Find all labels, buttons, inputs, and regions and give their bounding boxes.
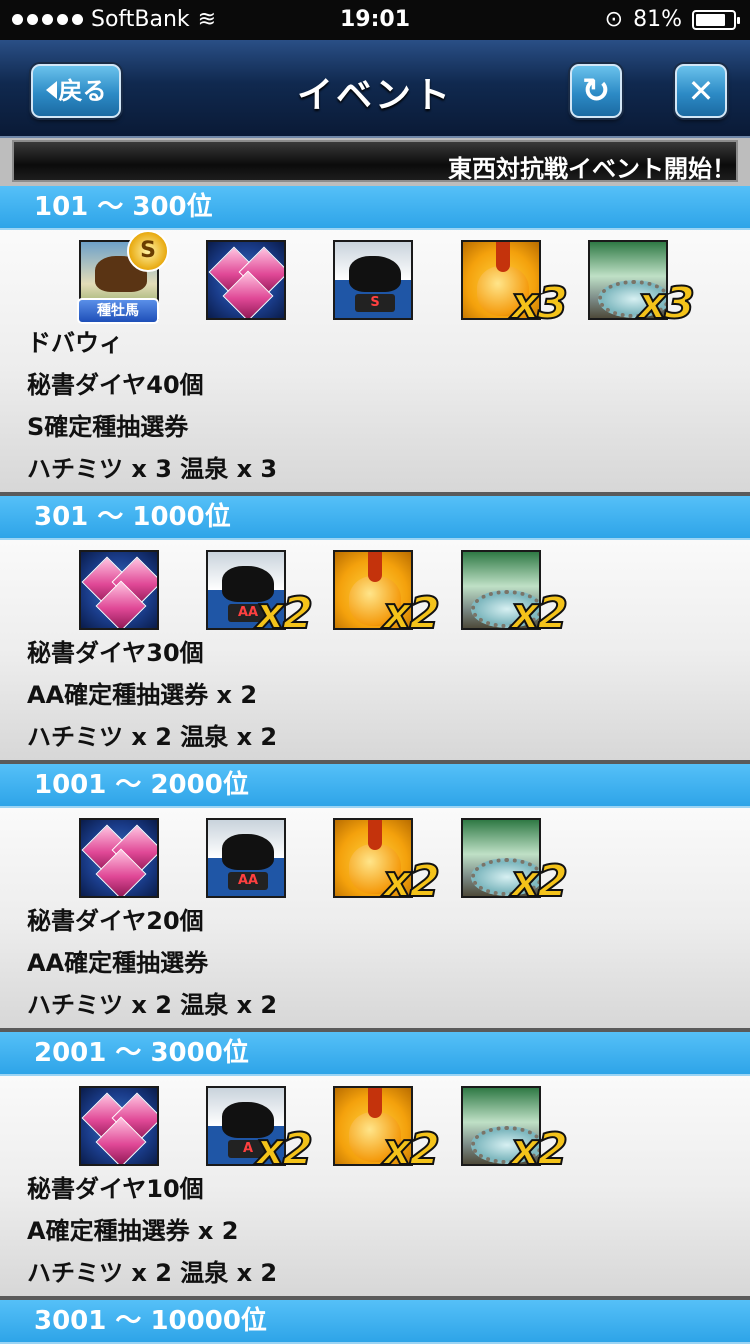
close-button[interactable]: ✕ bbox=[675, 64, 727, 118]
reward-section: 2001 〜 3000位 Ax2 x2 x2 秘書ダイヤ10個 A確定種抽選券 x 2 ハチ… bbox=[0, 1032, 750, 1300]
reward-text: ドバウィ 秘書ダイヤ40個 S確定種抽選券 ハチミツ x 3 温泉 x 3 bbox=[0, 322, 750, 492]
honey-drip bbox=[368, 552, 382, 582]
news-ticker: 東西対抗戦イベント開始！ bbox=[0, 138, 750, 186]
reward-section: 3001 〜 10000位 bbox=[0, 1300, 750, 1344]
reward-line: ハチミツ x 2 温泉 x 2 bbox=[27, 1259, 278, 1287]
reward-item[interactable]: x3 bbox=[588, 240, 696, 330]
reward-item[interactable] bbox=[206, 240, 286, 320]
reward-text: 秘書ダイヤ10個 A確定種抽選券 x 2 ハチミツ x 2 温泉 x 2 bbox=[0, 1168, 750, 1296]
ticker-text: 東西対抗戦イベント開始！ bbox=[448, 155, 736, 182]
quantity-multiplier: x2 bbox=[382, 1123, 441, 1176]
quantity-multiplier: x2 bbox=[255, 587, 314, 640]
reward-icons: S 種牡馬 Sx3 x3 bbox=[0, 230, 750, 330]
horse-silhouette bbox=[349, 256, 401, 292]
reward-item[interactable] bbox=[79, 1086, 159, 1166]
reward-item[interactable]: AA x2 bbox=[206, 550, 314, 640]
quantity-multiplier: x2 bbox=[510, 855, 569, 908]
reward-item[interactable]: S bbox=[333, 240, 413, 320]
reward-list[interactable]: 101 〜 300位 S 種牡馬 Sx3 x3 ドバウィ 秘書ダイヤ40個 S確定種抽選券 ハチ… bbox=[0, 186, 750, 1344]
quantity-multiplier: x3 bbox=[637, 277, 696, 330]
reward-item[interactable]: x2 bbox=[461, 550, 569, 640]
rank-header: 2001 〜 3000位 bbox=[0, 1032, 750, 1076]
s-coin-icon: S bbox=[127, 230, 169, 272]
battery-percent: 81% bbox=[633, 7, 682, 32]
quantity-multiplier: x2 bbox=[510, 587, 569, 640]
reward-item[interactable]: S 種牡馬 bbox=[77, 230, 169, 324]
diamond-icon bbox=[79, 550, 159, 630]
reward-line: 秘書ダイヤ40個 bbox=[27, 371, 204, 399]
rank-header: 101 〜 300位 bbox=[0, 186, 750, 230]
status-bar: SoftBank ≋ 19:01 ⊙ 81% bbox=[0, 0, 750, 40]
rank-header: 3001 〜 10000位 bbox=[0, 1300, 750, 1344]
horse-silhouette bbox=[222, 834, 274, 870]
reward-item[interactable]: x2 bbox=[461, 818, 569, 908]
honey-drip bbox=[496, 242, 510, 272]
reward-section: 301 〜 1000位 AA x2 x2 x2 秘書ダイヤ30個 AA確定種抽選券 x 2ハ… bbox=[0, 496, 750, 764]
reward-line: ハチミツ x 2 温泉 x 2 bbox=[27, 723, 278, 751]
quantity-multiplier: x2 bbox=[382, 855, 441, 908]
ticket-grade: S bbox=[355, 294, 395, 312]
header-bar: 戻る イベント ↻ ✕ bbox=[0, 40, 750, 138]
ticket-grade: AA bbox=[228, 872, 268, 890]
s-ticket-icon: S bbox=[333, 240, 413, 320]
quantity-multiplier: x3 bbox=[510, 277, 569, 330]
reward-section: 1001 〜 2000位 AA x2 x2 秘書ダイヤ20個 AA確定種抽選券 ハチミツ x… bbox=[0, 764, 750, 1032]
close-icon: ✕ bbox=[687, 72, 715, 110]
reward-line: AA確定種抽選券 x 2 bbox=[27, 681, 258, 709]
page-title: イベント bbox=[296, 75, 453, 116]
honey-drip bbox=[368, 1088, 382, 1118]
diamond-icon bbox=[79, 818, 159, 898]
reward-icons: AA x2 x2 x2 bbox=[0, 540, 750, 640]
quantity-multiplier: x2 bbox=[382, 587, 441, 640]
quantity-multiplier: x2 bbox=[510, 1123, 569, 1176]
reward-icons: Ax2 x2 x2 bbox=[0, 1076, 750, 1176]
reward-line: S確定種抽選券 bbox=[27, 413, 189, 441]
battery-fill bbox=[696, 13, 726, 26]
reward-item[interactable]: x2 bbox=[333, 550, 441, 640]
reward-item[interactable]: Ax2 bbox=[206, 1086, 314, 1176]
reward-item[interactable]: AA bbox=[206, 818, 286, 898]
reward-item[interactable]: x2 bbox=[461, 1086, 569, 1176]
reward-section: 101 〜 300位 S 種牡馬 Sx3 x3 ドバウィ 秘書ダイヤ40個 S確定種抽選券 ハチ… bbox=[0, 186, 750, 496]
honey-drip bbox=[368, 820, 382, 850]
battery-icon bbox=[692, 9, 740, 30]
stallion-badge: 種牡馬 bbox=[77, 298, 159, 324]
reward-line: ハチミツ x 3 温泉 x 3 bbox=[27, 455, 278, 483]
reward-item[interactable] bbox=[79, 550, 159, 630]
quantity-multiplier: x2 bbox=[255, 1123, 314, 1176]
rank-header: 301 〜 1000位 bbox=[0, 496, 750, 540]
rank-header: 1001 〜 2000位 bbox=[0, 764, 750, 808]
reward-text: 秘書ダイヤ30個 AA確定種抽選券 x 2 ハチミツ x 2 温泉 x 2 bbox=[0, 632, 750, 760]
reward-line: A確定種抽選券 x 2 bbox=[27, 1217, 239, 1245]
reward-icons: AA x2 x2 bbox=[0, 808, 750, 908]
aa-ticket-icon: AA bbox=[206, 818, 286, 898]
diamond-icon bbox=[206, 240, 286, 320]
refresh-icon: ↻ bbox=[581, 71, 611, 111]
reward-item[interactable] bbox=[79, 818, 159, 898]
reward-line: AA確定種抽選券 bbox=[27, 949, 209, 977]
reward-line: ハチミツ x 2 温泉 x 2 bbox=[27, 991, 278, 1019]
reward-text: 秘書ダイヤ20個 AA確定種抽選券 ハチミツ x 2 温泉 x 2 bbox=[0, 900, 750, 1028]
reward-item[interactable]: x2 bbox=[333, 818, 441, 908]
ticker-frame: 東西対抗戦イベント開始！ bbox=[12, 140, 738, 182]
reward-item[interactable]: x3 bbox=[461, 240, 569, 330]
refresh-button[interactable]: ↻ bbox=[570, 64, 622, 118]
battery-group: ⊙ 81% bbox=[604, 7, 740, 32]
reward-item[interactable]: x2 bbox=[333, 1086, 441, 1176]
stallion-card-icon: S 種牡馬 bbox=[77, 230, 169, 324]
rotation-lock-icon: ⊙ bbox=[604, 7, 624, 32]
diamond-icon bbox=[79, 1086, 159, 1166]
